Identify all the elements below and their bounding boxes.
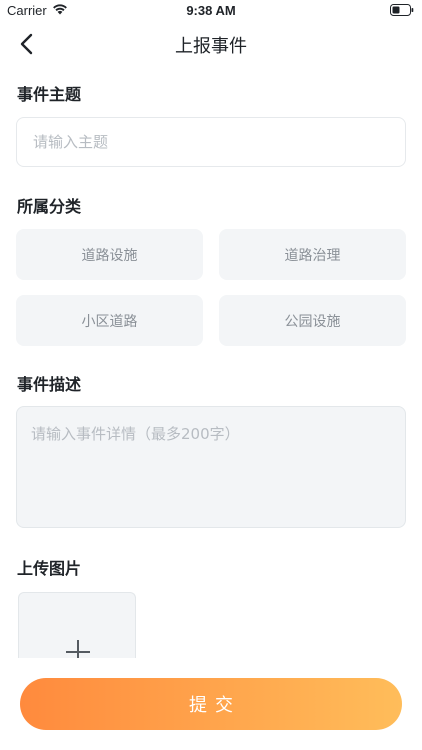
status-bar: Carrier 9:38 AM	[0, 0, 422, 22]
battery-icon	[390, 4, 414, 20]
submit-button[interactable]: 提交	[20, 678, 402, 730]
category-label: 所属分类	[17, 197, 82, 216]
page-title: 上报事件	[175, 36, 247, 57]
category-option-community-roads[interactable]: 小区道路	[16, 295, 203, 346]
description-label: 事件描述	[17, 375, 82, 394]
description-textarea[interactable]	[16, 406, 406, 528]
category-option-road-facilities[interactable]: 道路设施	[16, 229, 203, 280]
clock: 9:38 AM	[186, 3, 236, 18]
report-event-page: Carrier 9:38 AM 上报事件 事件主题 所属分	[0, 0, 422, 750]
category-option-road-management[interactable]: 道路治理	[219, 229, 406, 280]
upload-images-label: 上传图片	[17, 559, 82, 578]
subject-label: 事件主题	[17, 85, 82, 104]
category-option-park-facilities[interactable]: 公园设施	[219, 295, 406, 346]
subject-input[interactable]	[16, 117, 406, 167]
nav-bar: 上报事件	[0, 22, 422, 66]
